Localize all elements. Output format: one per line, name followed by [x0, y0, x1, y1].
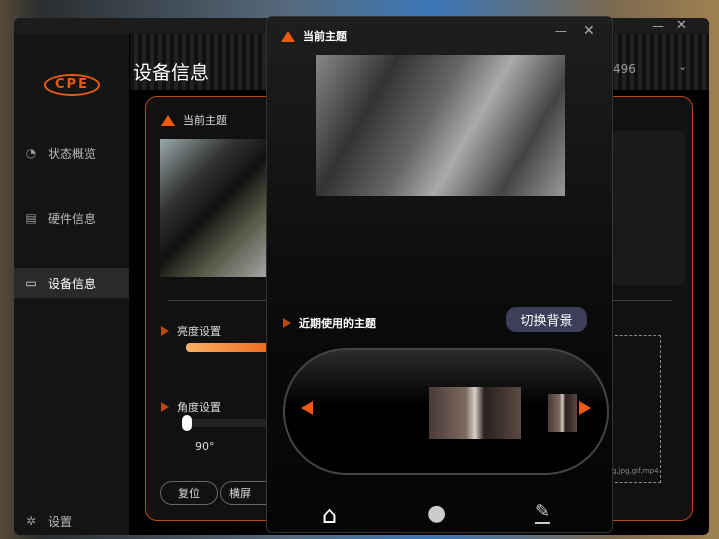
brightness-label: 亮度设置: [177, 325, 221, 338]
upload-dropzone[interactable]: [610, 335, 661, 483]
sidebar-item-status[interactable]: ◔ 状态概览: [14, 138, 129, 168]
device-select[interactable]: 496: [613, 62, 636, 76]
chevron-down-icon[interactable]: ⌄: [678, 60, 687, 73]
copy-icon: ▤: [25, 211, 37, 225]
nav-label: 状态概览: [48, 146, 97, 161]
angle-label: 角度设置: [177, 401, 221, 414]
theme-icon: [281, 30, 295, 42]
popup-minimize-button[interactable]: —: [555, 24, 567, 38]
arrow-left-icon[interactable]: [301, 401, 313, 415]
play-icon: [161, 402, 169, 412]
theme-thumbnail[interactable]: [548, 394, 577, 432]
theme-carousel: [283, 348, 609, 475]
gear-icon: ✲: [25, 514, 37, 528]
theme-icon: [161, 114, 175, 126]
logo: CPE: [44, 74, 100, 96]
page-title: 设备信息: [133, 62, 210, 84]
recent-themes-label: 近期使用的主题: [299, 317, 376, 330]
theme-popup: 当前主题 — ✕ 近期使用的主题 切换背景 ⌂ ● ✎: [266, 16, 613, 533]
sidebar-item-settings[interactable]: ✲ 设置: [14, 506, 129, 535]
info-panel: [610, 130, 686, 285]
theme-preview: [160, 139, 270, 277]
popup-close-button[interactable]: ✕: [583, 23, 595, 39]
nav-label: 设置: [48, 514, 73, 529]
current-theme-preview: [316, 55, 565, 196]
sidebar-item-hardware[interactable]: ▤ 硬件信息: [14, 203, 129, 233]
palette-icon[interactable]: ●: [427, 501, 446, 526]
monitor-icon: ▭: [25, 276, 37, 290]
theme-thumbnail[interactable]: [429, 387, 521, 439]
popup-title: 当前主题: [303, 30, 347, 43]
switch-background-button[interactable]: 切换背景: [506, 307, 587, 332]
play-icon: [283, 318, 291, 328]
nav-label: 硬件信息: [48, 211, 97, 226]
angle-value: 90°: [195, 440, 215, 453]
sidebar-item-device[interactable]: ▭ 设备信息: [14, 268, 129, 298]
home-icon[interactable]: ⌂: [322, 501, 337, 529]
play-icon: [161, 326, 169, 336]
pencil-icon[interactable]: ✎: [535, 501, 551, 524]
gauge-icon: ◔: [25, 146, 37, 160]
sidebar: CPE ◔ 状态概览 ▤ 硬件信息 ▭ 设备信息 ✲ 设置: [14, 34, 129, 535]
nav-label: 设备信息: [48, 276, 97, 291]
arrow-right-icon[interactable]: [579, 401, 591, 415]
reset-button[interactable]: 复位: [160, 481, 218, 505]
upload-hint: g,jpg,gif,mp4: [612, 467, 659, 475]
current-theme-label: 当前主题: [183, 114, 227, 127]
minimize-button[interactable]: —: [652, 19, 664, 33]
close-button[interactable]: ✕: [676, 18, 687, 33]
angle-slider-handle[interactable]: [182, 415, 192, 431]
